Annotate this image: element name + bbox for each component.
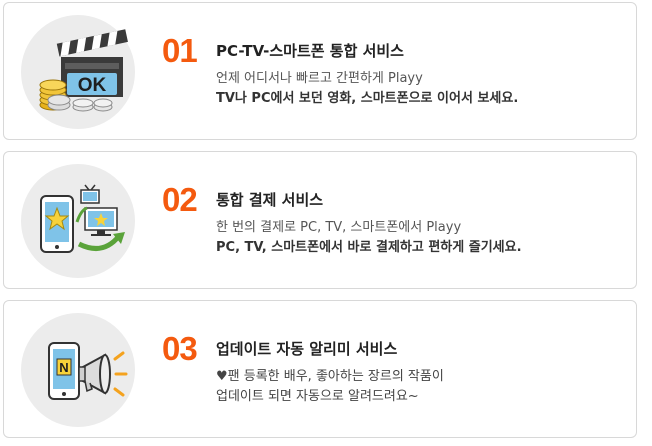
clapperboard-ok-coins-icon: OK <box>39 29 128 112</box>
phone-megaphone-icon: N <box>48 342 128 400</box>
service-number: 03 <box>162 330 198 367</box>
smartphone-tv-sync-icon <box>40 184 125 253</box>
service-title: 업데이트 자동 알리미 서비스 <box>216 340 398 358</box>
service-card-integrated: OK 01 PC-TV-스마트폰 통합 서비스 언제 어디서나 빠르고 간편하게… <box>3 2 637 140</box>
ok-label: OK <box>78 75 107 96</box>
service-description-line2: PC, TV, 스마트폰에서 바로 결제하고 편하게 즐기세요. <box>216 240 522 255</box>
megaphone-icon <box>78 353 111 395</box>
service-title: 통합 결제 서비스 <box>216 191 324 209</box>
service-description-line1: 언제 어디서나 빠르고 간편하게 Playy <box>216 71 423 86</box>
new-badge-label: N <box>59 360 68 375</box>
service-title: PC-TV-스마트폰 통합 서비스 <box>216 42 404 60</box>
service-description-line1: ♥팬 등록한 배우, 좋아하는 장르의 작품이 <box>216 369 444 384</box>
icon-circle <box>21 164 135 278</box>
service-description-line1: 한 번의 결제로 PC, TV, 스마트폰에서 Playy <box>216 220 462 235</box>
icon-circle: N <box>21 313 135 427</box>
service-number: 01 <box>162 32 198 69</box>
service-number: 02 <box>162 181 198 218</box>
service-description-line2: TV나 PC에서 보던 영화, 스마트폰으로 이어서 보세요. <box>216 91 519 106</box>
service-description-line2: 업데이트 되면 자동으로 알려드려요~ <box>216 389 419 404</box>
icon-circle: OK <box>21 15 135 129</box>
service-card-payment: 02 통합 결제 서비스 한 번의 결제로 PC, TV, 스마트폰에서 Pla… <box>3 151 637 289</box>
service-card-notification: N 03 업데이트 자동 알리미 서비스 ♥팬 등록한 배우, 좋아하는 장르의… <box>3 300 637 438</box>
